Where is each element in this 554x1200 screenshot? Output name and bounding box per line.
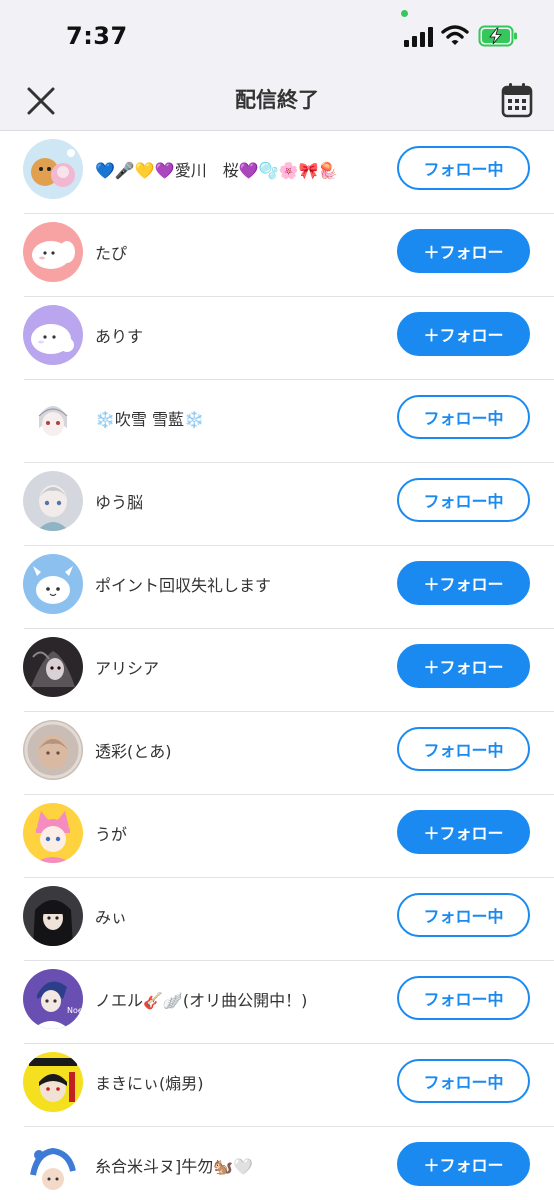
username: たぴ xyxy=(95,244,128,263)
following-button[interactable]: フォロー中 xyxy=(397,146,530,190)
username: 💙🎤💛💜愛川 桜💜🫧🌸🎀🪼 xyxy=(95,161,339,180)
following-button[interactable]: フォロー中 xyxy=(397,478,530,522)
list-item[interactable]: みぃ フォロー中 xyxy=(0,878,554,961)
avatar[interactable] xyxy=(23,388,83,448)
avatar[interactable] xyxy=(23,886,83,946)
avatar[interactable] xyxy=(23,637,83,697)
following-button[interactable]: フォロー中 xyxy=(397,727,530,771)
app-screen: 7:37 配信終了 💙🎤💛💜愛川 桜💜🫧🌸🎀🪼 フォロー中 たぴ ＋フォロー あ… xyxy=(0,0,554,1200)
follow-button[interactable]: ＋フォロー xyxy=(397,810,530,854)
avatar[interactable] xyxy=(23,1052,83,1112)
list-item[interactable]: 💙🎤💛💜愛川 桜💜🫧🌸🎀🪼 フォロー中 xyxy=(0,131,554,214)
username: まきにぃ(煽男) xyxy=(95,1074,204,1093)
follow-button[interactable]: ＋フォロー xyxy=(397,312,530,356)
follow-button[interactable]: ＋フォロー xyxy=(397,561,530,605)
privacy-indicator-dot xyxy=(401,10,408,17)
avatar[interactable] xyxy=(23,471,83,531)
avatar[interactable] xyxy=(23,222,83,282)
list-item[interactable]: ありす ＋フォロー xyxy=(0,297,554,380)
wifi-icon xyxy=(441,25,469,45)
follow-button[interactable]: ＋フォロー xyxy=(397,229,530,273)
username: ❄️吹雪 雪藍❄️ xyxy=(95,410,204,429)
battery-charging-icon xyxy=(478,25,517,47)
list-item[interactable]: たぴ ＋フォロー xyxy=(0,214,554,297)
list-item[interactable]: ❄️吹雪 雪藍❄️ フォロー中 xyxy=(0,380,554,463)
avatar[interactable] xyxy=(23,554,83,614)
username: ゆう脳 xyxy=(95,493,144,512)
following-button[interactable]: フォロー中 xyxy=(397,395,530,439)
status-time: 7:37 xyxy=(66,22,128,50)
username: 透彩(とあ) xyxy=(95,742,172,761)
username: アリシア xyxy=(95,659,160,678)
following-button[interactable]: フォロー中 xyxy=(397,893,530,937)
list-item[interactable]: まきにぃ(煽男) フォロー中 xyxy=(0,1044,554,1127)
following-button[interactable]: フォロー中 xyxy=(397,1059,530,1103)
list-item[interactable]: アリシア ＋フォロー xyxy=(0,629,554,712)
signal-icon xyxy=(404,27,433,47)
username: うが xyxy=(95,825,128,844)
follow-button[interactable]: ＋フォロー xyxy=(397,1142,530,1186)
calendar-icon[interactable] xyxy=(501,82,533,118)
svg-text:Noel: Noel xyxy=(67,1006,83,1015)
list-item[interactable]: Noel ノエル🎸🪽(オリ曲公開中！) フォロー中 xyxy=(0,961,554,1044)
username: みぃ xyxy=(95,908,128,927)
avatar[interactable] xyxy=(23,720,83,780)
follow-button[interactable]: ＋フォロー xyxy=(397,644,530,688)
list-item[interactable]: ポイント回収失礼します ＋フォロー xyxy=(0,546,554,629)
list-item[interactable]: 糸合米斗ヌ]牛勿🐿️🤍 ＋フォロー xyxy=(0,1127,554,1200)
username: ポイント回収失礼します xyxy=(95,576,272,595)
list-item[interactable]: 透彩(とあ) フォロー中 xyxy=(0,712,554,795)
avatar[interactable] xyxy=(23,139,83,199)
list-item[interactable]: うが ＋フォロー xyxy=(0,795,554,878)
list-item[interactable]: ゆう脳 フォロー中 xyxy=(0,463,554,546)
following-button[interactable]: フォロー中 xyxy=(397,976,530,1020)
avatar[interactable] xyxy=(23,305,83,365)
username: 糸合米斗ヌ]牛勿🐿️🤍 xyxy=(95,1157,254,1176)
username: ありす xyxy=(95,327,144,346)
avatar[interactable] xyxy=(23,803,83,863)
page-title: 配信終了 xyxy=(235,88,319,112)
avatar[interactable]: Noel xyxy=(23,969,83,1029)
avatar[interactable] xyxy=(23,1135,83,1195)
user-list[interactable]: 💙🎤💛💜愛川 桜💜🫧🌸🎀🪼 フォロー中 たぴ ＋フォロー ありす ＋フォロー ❄… xyxy=(0,130,554,1200)
nav-bar: 配信終了 xyxy=(0,72,554,130)
status-bar: 7:37 xyxy=(0,0,554,72)
username: ノエル🎸🪽(オリ曲公開中！) xyxy=(95,991,308,1010)
